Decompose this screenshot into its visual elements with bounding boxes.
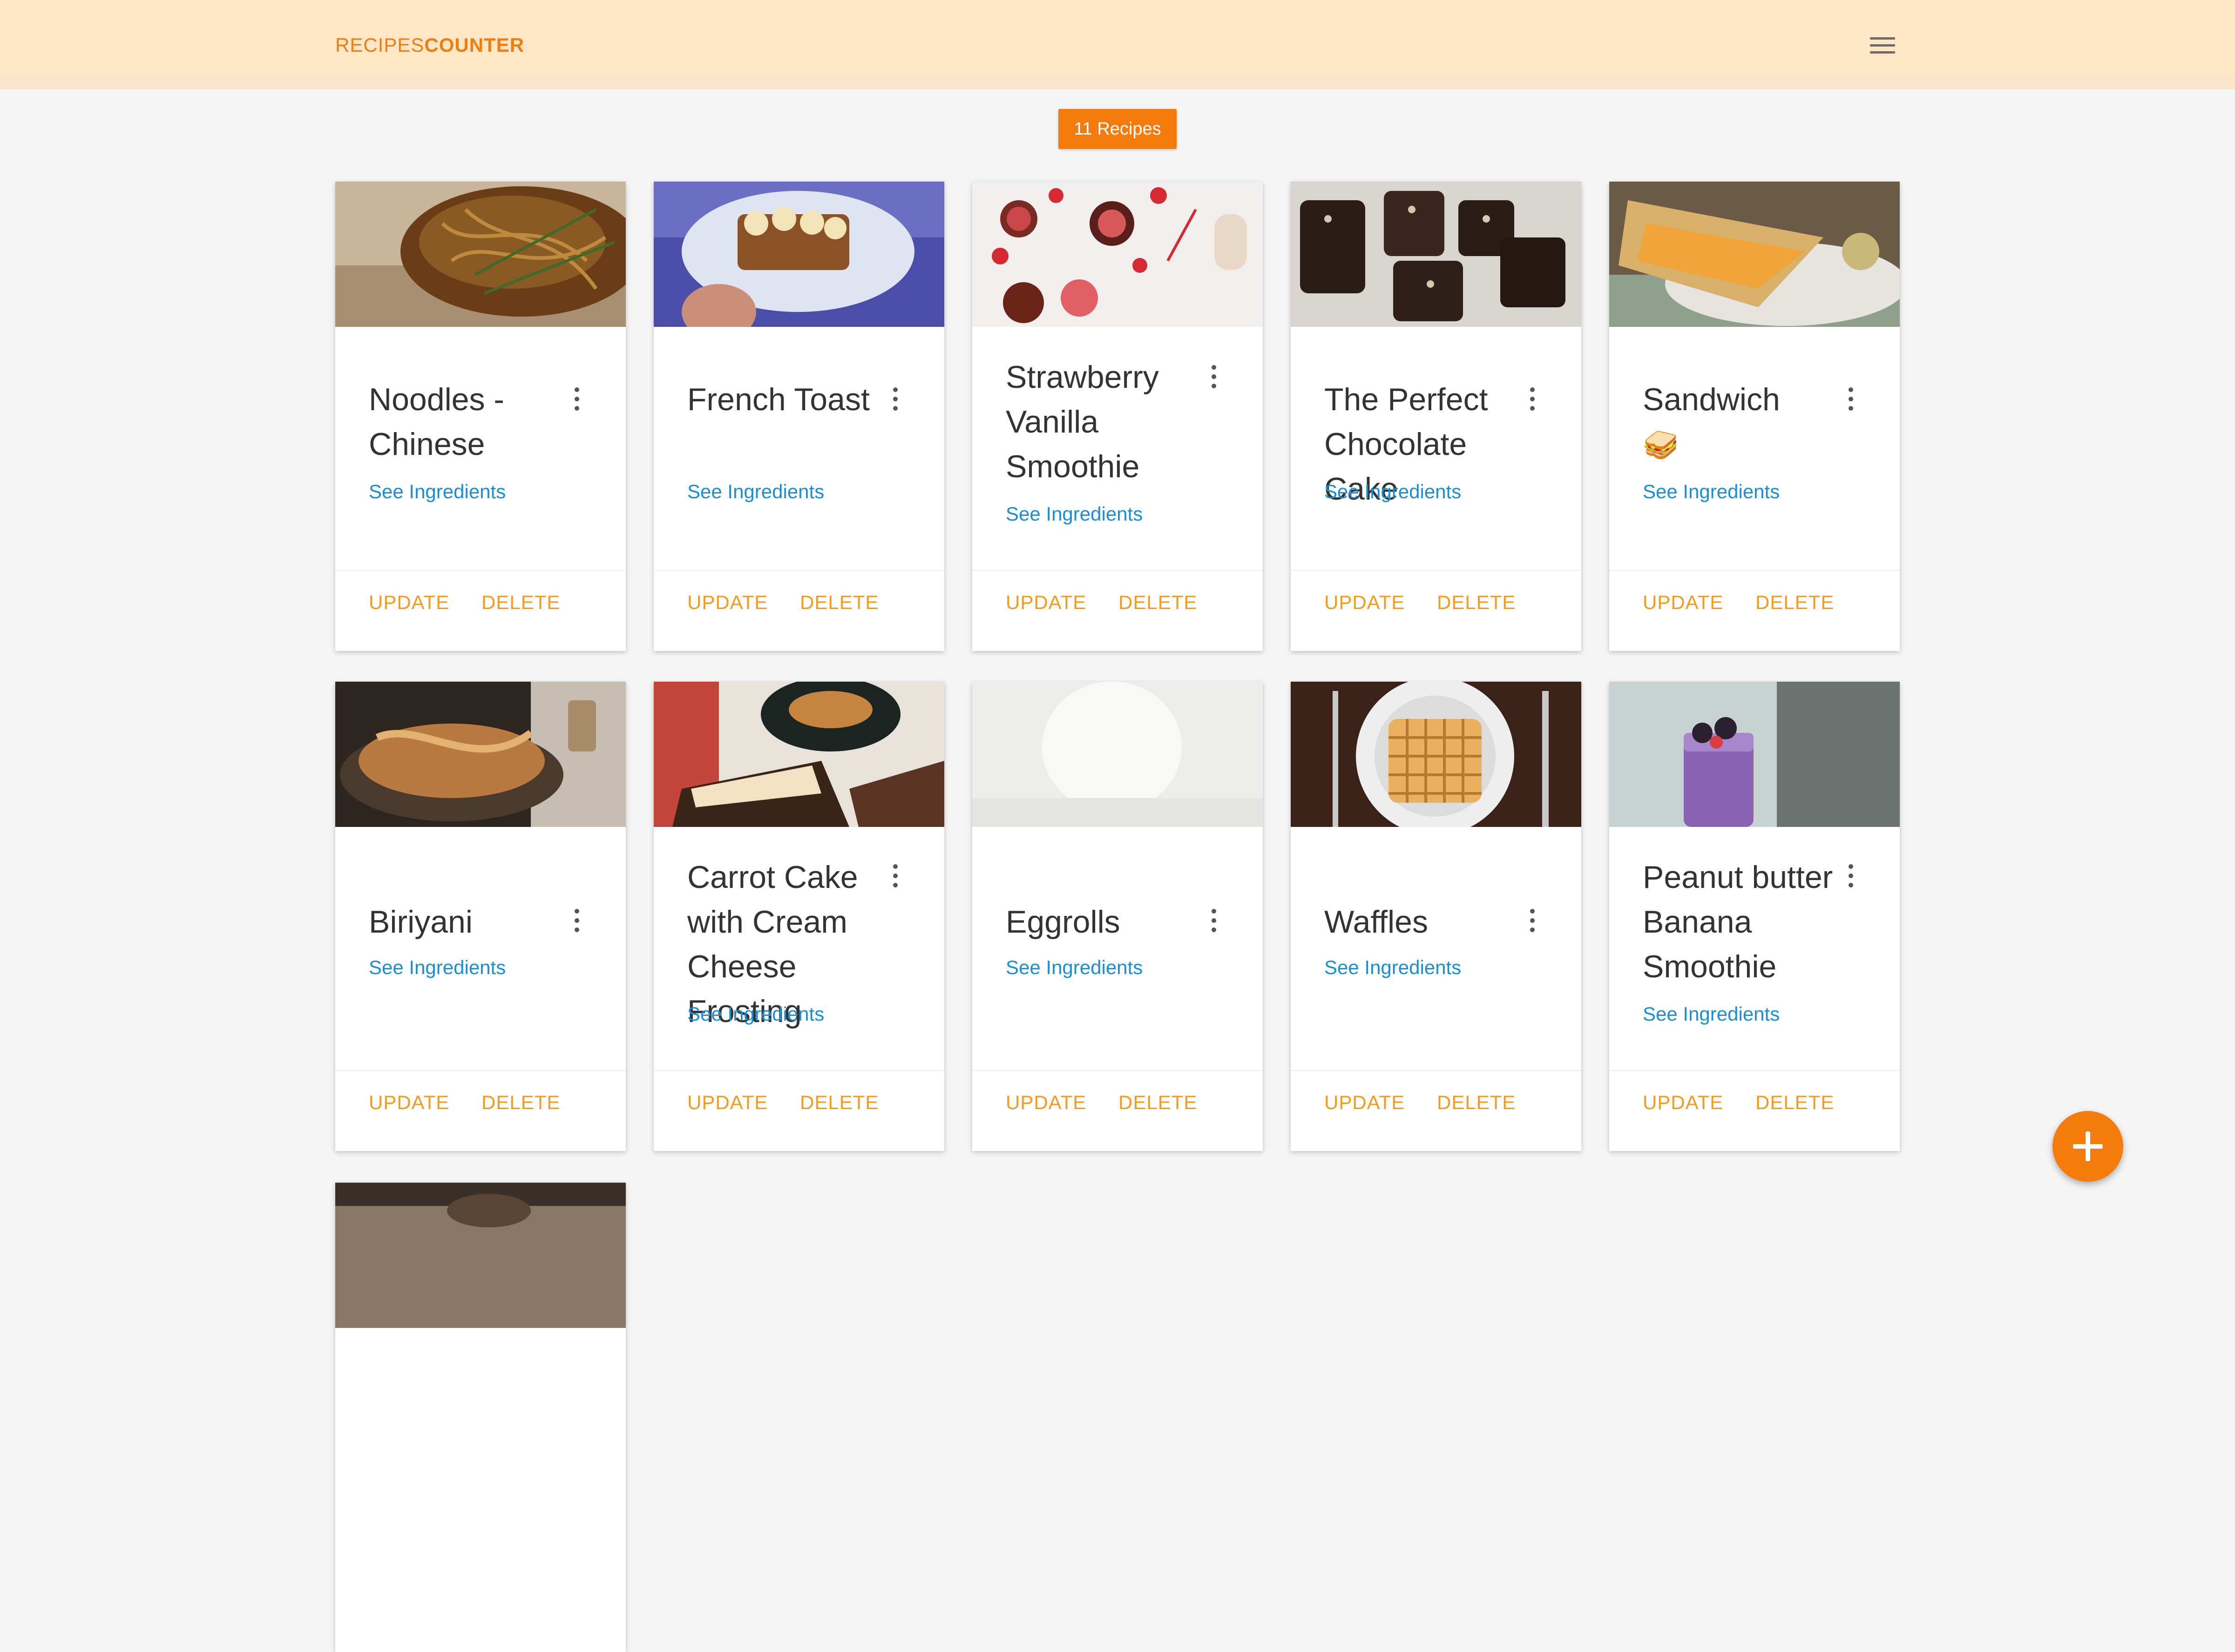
hamburger-menu-icon[interactable] bbox=[1867, 33, 1898, 58]
top-navbar: RECIPESCOUNTER bbox=[0, 0, 2235, 74]
see-ingredients-link[interactable]: See Ingredients bbox=[369, 481, 506, 503]
more-vert-icon[interactable] bbox=[1523, 908, 1541, 938]
update-button[interactable]: UPDATE bbox=[687, 1091, 768, 1114]
delete-button[interactable]: DELETE bbox=[1755, 591, 1834, 614]
recipe-title: Eggrolls bbox=[1006, 904, 1120, 940]
recipe-image-chocolate-cake bbox=[1291, 182, 1581, 327]
update-button[interactable]: UPDATE bbox=[1324, 591, 1405, 614]
delete-button[interactable]: DELETE bbox=[1118, 1091, 1197, 1114]
recipe-image-carrot-cake bbox=[654, 682, 944, 827]
see-ingredients-link[interactable]: See Ingredients bbox=[1006, 956, 1143, 979]
card-divider bbox=[972, 570, 1263, 571]
recipe-image-waffles bbox=[1291, 682, 1581, 827]
card-divider bbox=[335, 1070, 626, 1071]
see-ingredients-link[interactable]: See Ingredients bbox=[687, 481, 824, 503]
recipe-title: Strawberry Vanilla Smoothie bbox=[1006, 359, 1159, 484]
recipe-image-biriyani bbox=[335, 682, 626, 827]
recipe-image-strawberry-smoothie bbox=[972, 182, 1263, 327]
update-button[interactable]: UPDATE bbox=[1324, 1091, 1405, 1114]
update-button[interactable]: UPDATE bbox=[1006, 1091, 1086, 1114]
card-divider bbox=[654, 1070, 944, 1071]
delete-button[interactable]: DELETE bbox=[481, 1091, 560, 1114]
recipe-image-eggrolls bbox=[972, 682, 1263, 827]
delete-button[interactable]: DELETE bbox=[481, 591, 560, 614]
see-ingredients-link[interactable]: See Ingredients bbox=[369, 956, 506, 979]
recipe-card: Noodles - Chinese See Ingredients UPDATE… bbox=[335, 182, 626, 651]
see-ingredients-link[interactable]: See Ingredients bbox=[1643, 1003, 1780, 1025]
brand-part-counter: COUNTER bbox=[424, 34, 525, 56]
recipe-image-wooden-table bbox=[335, 1183, 626, 1328]
card-divider bbox=[1609, 570, 1900, 571]
recipe-card: French Toast See Ingredients UPDATE DELE… bbox=[654, 182, 944, 651]
add-recipe-button[interactable] bbox=[2052, 1111, 2123, 1182]
recipe-card: Carrot Cake with Cream Cheese Frosting S… bbox=[654, 682, 944, 1151]
recipe-card: Strawberry Vanilla Smoothie See Ingredie… bbox=[972, 182, 1263, 651]
recipe-count-badge: 11 Recipes bbox=[1058, 109, 1177, 149]
recipe-card: Biriyani See Ingredients UPDATE DELETE bbox=[335, 682, 626, 1151]
recipe-card: Waffles See Ingredients UPDATE DELETE bbox=[1291, 682, 1581, 1151]
update-button[interactable]: UPDATE bbox=[1643, 591, 1723, 614]
recipe-card: Eggrolls See Ingredients UPDATE DELETE bbox=[972, 682, 1263, 1151]
delete-button[interactable]: DELETE bbox=[1437, 591, 1516, 614]
update-button[interactable]: UPDATE bbox=[1006, 591, 1086, 614]
more-vert-icon[interactable] bbox=[886, 386, 904, 416]
card-divider bbox=[972, 1070, 1263, 1071]
recipe-title: Waffles bbox=[1324, 904, 1428, 940]
recipe-image-peanut-butter-smoothie bbox=[1609, 682, 1900, 827]
recipe-title: Peanut butter Banana Smoothie bbox=[1643, 860, 1833, 984]
sandwich-emoji-icon: 🥪 bbox=[1643, 429, 1679, 461]
more-vert-icon[interactable] bbox=[1523, 386, 1541, 416]
see-ingredients-link[interactable]: See Ingredients bbox=[1324, 481, 1461, 503]
delete-button[interactable]: DELETE bbox=[1755, 1091, 1834, 1114]
delete-button[interactable]: DELETE bbox=[800, 591, 879, 614]
see-ingredients-link[interactable]: See Ingredients bbox=[1324, 956, 1461, 979]
more-vert-icon[interactable] bbox=[567, 386, 586, 416]
recipe-image-noodles bbox=[335, 182, 626, 327]
card-divider bbox=[1609, 1070, 1900, 1071]
update-button[interactable]: UPDATE bbox=[369, 1091, 449, 1114]
more-vert-icon[interactable] bbox=[1204, 908, 1223, 938]
recipe-title: Sandwich 🥪 bbox=[1643, 377, 1838, 468]
delete-button[interactable]: DELETE bbox=[1118, 591, 1197, 614]
recipe-image-french-toast bbox=[654, 182, 944, 327]
recipe-card: Sandwich 🥪 See Ingredients UPDATE DELETE bbox=[1609, 182, 1900, 651]
delete-button[interactable]: DELETE bbox=[800, 1091, 879, 1114]
card-divider bbox=[1291, 1070, 1581, 1071]
more-vert-icon[interactable] bbox=[1841, 386, 1860, 416]
recipe-title: Noodles - Chinese bbox=[369, 382, 505, 462]
see-ingredients-link[interactable]: See Ingredients bbox=[687, 1003, 824, 1025]
update-button[interactable]: UPDATE bbox=[1643, 1091, 1723, 1114]
brand-logo[interactable]: RECIPESCOUNTER bbox=[335, 34, 524, 57]
see-ingredients-link[interactable]: See Ingredients bbox=[1006, 503, 1143, 525]
recipe-card bbox=[335, 1183, 626, 1652]
see-ingredients-link[interactable]: See Ingredients bbox=[1643, 481, 1780, 503]
brand-part-recipes: RECIPES bbox=[335, 34, 425, 56]
recipe-card: The Perfect Chocolate Cake See Ingredien… bbox=[1291, 182, 1581, 651]
more-vert-icon[interactable] bbox=[1204, 364, 1223, 394]
recipe-title-text: Sandwich bbox=[1643, 382, 1780, 417]
recipe-title: Biriyani bbox=[369, 904, 473, 940]
recipe-title: French Toast bbox=[687, 382, 870, 417]
more-vert-icon[interactable] bbox=[567, 908, 586, 938]
recipe-image-sandwich bbox=[1609, 182, 1900, 327]
navbar-shadow bbox=[0, 74, 2235, 89]
update-button[interactable]: UPDATE bbox=[687, 591, 768, 614]
delete-button[interactable]: DELETE bbox=[1437, 1091, 1516, 1114]
card-divider bbox=[335, 570, 626, 571]
more-vert-icon[interactable] bbox=[886, 863, 904, 893]
more-vert-icon[interactable] bbox=[1841, 863, 1860, 893]
recipe-card: Peanut butter Banana Smoothie See Ingred… bbox=[1609, 682, 1900, 1151]
card-divider bbox=[1291, 570, 1581, 571]
card-divider bbox=[654, 570, 944, 571]
update-button[interactable]: UPDATE bbox=[369, 591, 449, 614]
